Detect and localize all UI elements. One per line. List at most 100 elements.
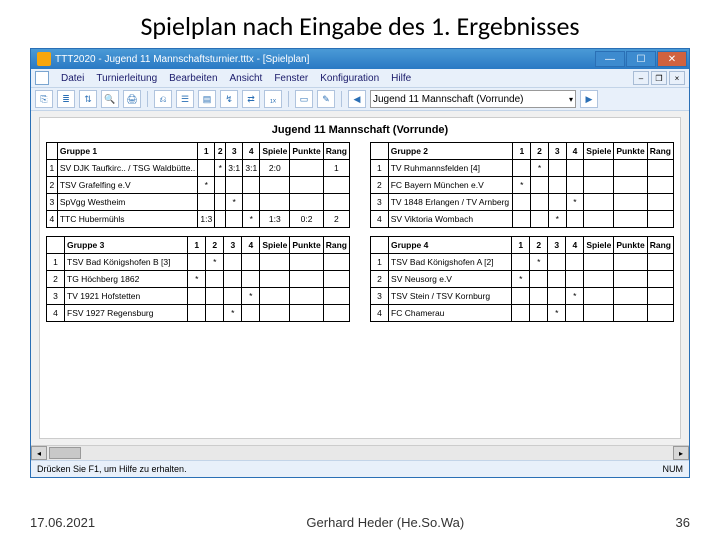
tool-icon-10[interactable]: ₁ₓ bbox=[264, 90, 282, 108]
cell bbox=[188, 254, 206, 271]
cell: * bbox=[566, 194, 584, 211]
tool-icon-9[interactable]: ⇄ bbox=[242, 90, 260, 108]
app-window: TTT2020 - Jugend 11 Mannschaftsturnier.t… bbox=[30, 48, 690, 478]
maximize-button[interactable]: ☐ bbox=[626, 51, 656, 67]
col-header: 2 bbox=[531, 143, 549, 160]
slide-footer: 17.06.2021 Gerhard Heder (He.So.Wa) 36 bbox=[30, 515, 690, 530]
tool-icon-8[interactable]: ↯ bbox=[220, 90, 238, 108]
cell bbox=[647, 305, 673, 322]
cell bbox=[290, 305, 323, 322]
footer-author: Gerhard Heder (He.So.Wa) bbox=[95, 515, 675, 530]
col-header: Rang bbox=[323, 143, 349, 160]
cell bbox=[323, 254, 349, 271]
scroll-right-arrow[interactable]: ▸ bbox=[673, 446, 689, 460]
cell: 2:0 bbox=[260, 160, 290, 177]
menu-datei[interactable]: Datei bbox=[61, 73, 84, 84]
table-row: 3TV 1921 Hofstetten* bbox=[47, 288, 350, 305]
tool-icon-6[interactable]: ☰ bbox=[176, 90, 194, 108]
menu-konfiguration[interactable]: Konfiguration bbox=[320, 73, 379, 84]
cell bbox=[243, 177, 260, 194]
cell bbox=[290, 194, 323, 211]
table-row: 4TTC Hubermühls1:3*1:30:22 bbox=[47, 211, 350, 228]
col-header: 2 bbox=[206, 237, 224, 254]
row-num: 3 bbox=[47, 194, 58, 211]
group-table: Gruppe 11234SpielePunkteRang1SV DJK Tauf… bbox=[46, 142, 350, 228]
cell bbox=[215, 194, 226, 211]
col-header: Spiele bbox=[584, 143, 614, 160]
tool-icon-2[interactable]: ≣ bbox=[57, 90, 75, 108]
menu-fenster[interactable]: Fenster bbox=[274, 73, 308, 84]
mdi-minimize[interactable]: – bbox=[633, 71, 649, 85]
tool-icon-3[interactable]: ⇅ bbox=[79, 90, 97, 108]
cell bbox=[198, 194, 215, 211]
group-name: Gruppe 1 bbox=[57, 143, 197, 160]
menu-ansicht[interactable]: Ansicht bbox=[230, 73, 263, 84]
mdi-restore[interactable]: ❐ bbox=[651, 71, 667, 85]
cell bbox=[647, 211, 673, 228]
tool-icon-7[interactable]: ▤ bbox=[198, 90, 216, 108]
menu-hilfe[interactable]: Hilfe bbox=[391, 73, 411, 84]
cell bbox=[531, 177, 549, 194]
cell bbox=[260, 194, 290, 211]
prev-icon[interactable]: ◀ bbox=[348, 90, 366, 108]
cell bbox=[566, 254, 584, 271]
table-row: 2FC Bayern München e.V* bbox=[371, 177, 674, 194]
app-icon bbox=[37, 52, 51, 66]
cell: * bbox=[513, 177, 531, 194]
menu-turnierleitung[interactable]: Turnierleitung bbox=[96, 73, 157, 84]
team-name: TV 1848 Erlangen / TV Arnberg bbox=[388, 194, 513, 211]
tool-icon-5[interactable]: ⎌ bbox=[154, 90, 172, 108]
scroll-left-arrow[interactable]: ◂ bbox=[31, 446, 47, 460]
horizontal-scrollbar[interactable]: ◂ ▸ bbox=[31, 445, 689, 460]
mdi-close[interactable]: × bbox=[669, 71, 685, 85]
tool-icon-12[interactable]: ✎ bbox=[317, 90, 335, 108]
cell: * bbox=[530, 254, 548, 271]
print-icon[interactable]: 🖨 bbox=[123, 90, 141, 108]
row-num: 4 bbox=[47, 211, 58, 228]
table-row: 4FC Chamerau* bbox=[371, 305, 674, 322]
group-table: Gruppe 21234SpielePunkteRang1TV Ruhmanns… bbox=[370, 142, 674, 228]
tool-icon-11[interactable]: ▭ bbox=[295, 90, 313, 108]
menu-bearbeiten[interactable]: Bearbeiten bbox=[169, 73, 217, 84]
tool-icon-1[interactable]: ⎘ bbox=[35, 90, 53, 108]
cell bbox=[584, 177, 614, 194]
cell bbox=[614, 305, 647, 322]
col-header: Punkte bbox=[290, 143, 323, 160]
cell bbox=[530, 271, 548, 288]
row-num: 2 bbox=[47, 177, 58, 194]
cell: 1 bbox=[323, 160, 349, 177]
round-selector-text: Jugend 11 Mannschaft (Vorrunde) bbox=[373, 94, 523, 105]
document-heading: Jugend 11 Mannschaft (Vorrunde) bbox=[46, 124, 674, 136]
cell bbox=[531, 211, 549, 228]
cell bbox=[566, 177, 584, 194]
cell: * bbox=[242, 288, 260, 305]
cell bbox=[242, 271, 260, 288]
row-num: 4 bbox=[371, 305, 389, 322]
cell: * bbox=[188, 271, 206, 288]
row-num: 2 bbox=[371, 177, 389, 194]
round-selector[interactable]: Jugend 11 Mannschaft (Vorrunde) ▾ bbox=[370, 90, 576, 108]
minimize-button[interactable]: — bbox=[595, 51, 625, 67]
table-row: 3TV 1848 Erlangen / TV Arnberg* bbox=[371, 194, 674, 211]
scroll-thumb[interactable] bbox=[49, 447, 81, 459]
table-row: 2SV Neusorg e.V* bbox=[371, 271, 674, 288]
next-icon[interactable]: ▶ bbox=[580, 90, 598, 108]
cell: * bbox=[548, 305, 566, 322]
cell bbox=[323, 177, 349, 194]
cell bbox=[242, 254, 260, 271]
col-header: 2 bbox=[215, 143, 226, 160]
row-num: 3 bbox=[47, 288, 65, 305]
cell bbox=[290, 177, 323, 194]
cell bbox=[566, 160, 584, 177]
table-row: 1TSV Bad Königshofen B [3]* bbox=[47, 254, 350, 271]
table-row: 3SpVgg Westheim* bbox=[47, 194, 350, 211]
tool-icon-4[interactable]: 🔍 bbox=[101, 90, 119, 108]
cell bbox=[513, 160, 531, 177]
col-header: 3 bbox=[226, 143, 243, 160]
cell bbox=[566, 211, 584, 228]
row-num: 3 bbox=[371, 288, 389, 305]
cell bbox=[584, 288, 614, 305]
cell bbox=[647, 288, 673, 305]
cell bbox=[513, 211, 531, 228]
close-button[interactable]: ✕ bbox=[657, 51, 687, 67]
